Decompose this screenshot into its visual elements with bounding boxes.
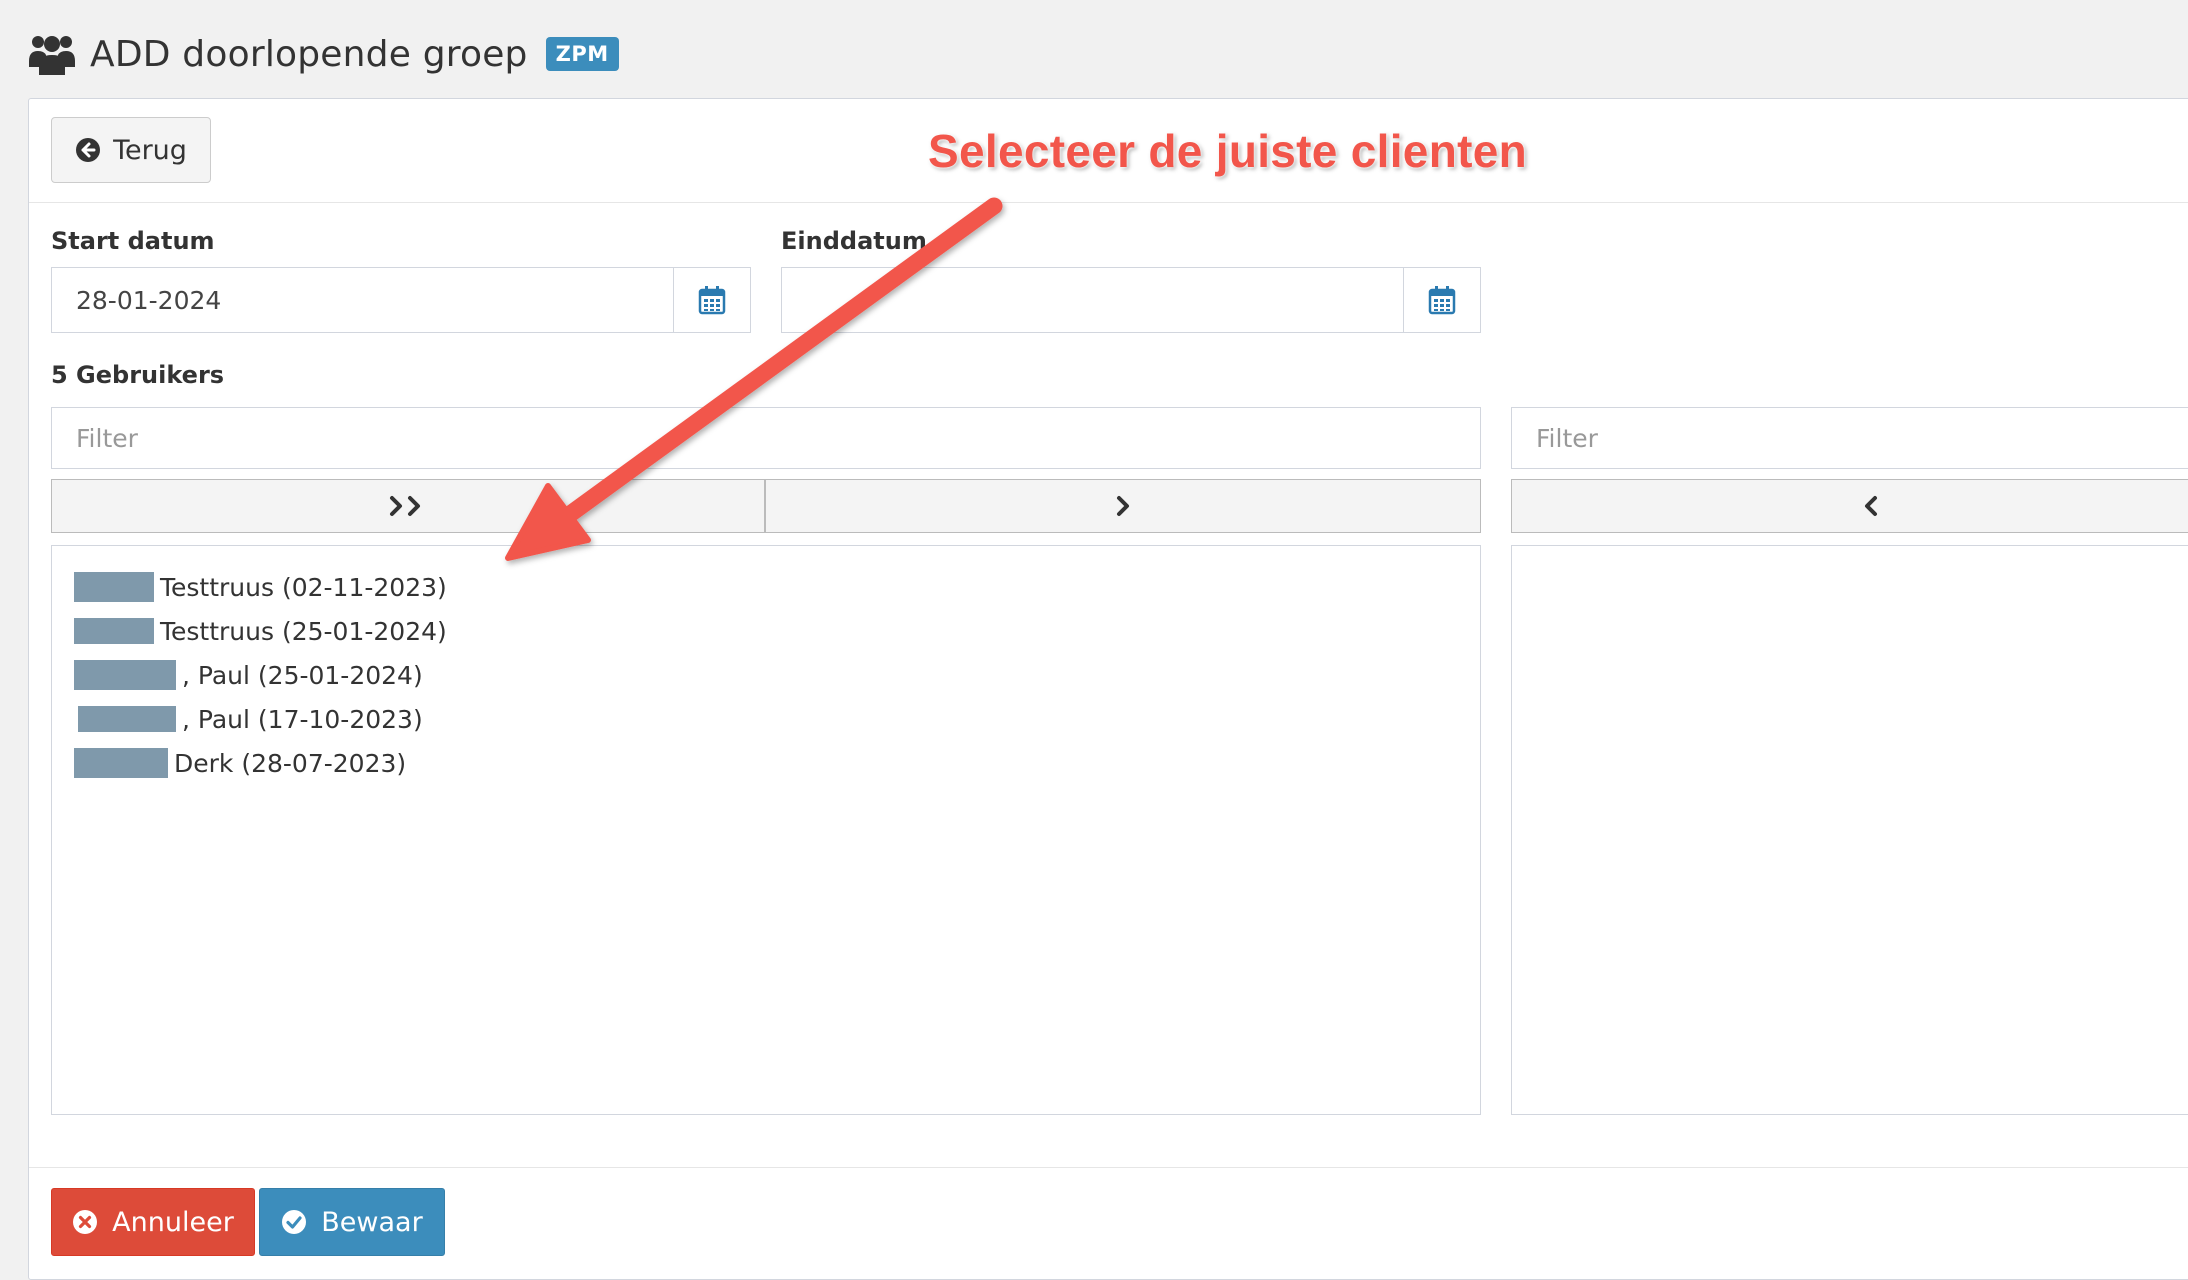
annotation-text: Selecteer de juiste clienten	[928, 125, 1527, 177]
chevron-right-icon	[1117, 496, 1129, 516]
users-count-label: 5 Gebruikers	[51, 361, 225, 389]
page-title: ADD doorlopende groep	[90, 33, 528, 75]
end-date-calendar-button[interactable]	[1403, 268, 1480, 332]
list-item[interactable]: , Paul (25-01-2024)	[74, 654, 423, 696]
back-button-label: Terug	[113, 134, 187, 166]
check-circle-icon	[282, 1210, 307, 1234]
move-selected-right-button[interactable]	[765, 479, 1481, 533]
available-users-list[interactable]: Testtruus (02-11-2023) Testtruus (25-01-…	[51, 545, 1481, 1115]
chevron-left-icon	[1865, 496, 1877, 516]
redacted-name	[74, 748, 168, 778]
page-header: ADD doorlopende groep ZPM	[28, 22, 619, 86]
end-date-input[interactable]	[782, 268, 1403, 332]
calendar-icon	[698, 286, 726, 315]
redacted-name	[74, 618, 154, 644]
list-item[interactable]: Testtruus (25-01-2024)	[74, 610, 447, 652]
end-date-label: Einddatum	[781, 227, 927, 255]
back-button[interactable]: Terug	[51, 117, 211, 183]
redacted-name	[74, 660, 176, 690]
calendar-icon	[1428, 286, 1456, 315]
arrow-circle-left-icon	[76, 138, 101, 162]
redacted-name	[78, 706, 176, 732]
save-button-label: Bewaar	[321, 1206, 423, 1238]
list-item[interactable]: Testtruus (02-11-2023)	[74, 566, 447, 608]
start-date-label: Start datum	[51, 227, 215, 255]
status-badge: ZPM	[545, 37, 619, 71]
redacted-name	[74, 572, 154, 602]
move-selected-left-button[interactable]	[1511, 479, 2188, 533]
move-all-right-button[interactable]	[51, 479, 765, 533]
start-date-calendar-button[interactable]	[673, 268, 750, 332]
cancel-button-label: Annuleer	[112, 1206, 234, 1238]
start-date-group	[51, 267, 751, 333]
form-box: Terug Start datum Einddatum	[28, 98, 2188, 1280]
list-item[interactable]: , Paul (17-10-2023)	[78, 698, 423, 740]
save-button[interactable]: Bewaar	[259, 1188, 445, 1256]
end-date-group	[781, 267, 1481, 333]
users-icon	[29, 36, 75, 75]
start-date-input[interactable]	[52, 268, 673, 332]
available-users-filter[interactable]	[51, 407, 1481, 469]
selected-users-filter[interactable]	[1511, 407, 2188, 469]
list-item[interactable]: Derk (28-07-2023)	[74, 742, 406, 784]
times-circle-icon	[73, 1210, 98, 1234]
double-chevron-right-icon	[390, 496, 420, 516]
selected-users-list[interactable]	[1511, 545, 2188, 1115]
cancel-button[interactable]: Annuleer	[51, 1188, 255, 1256]
box-footer: Annuleer Bewaar	[29, 1167, 2188, 1280]
